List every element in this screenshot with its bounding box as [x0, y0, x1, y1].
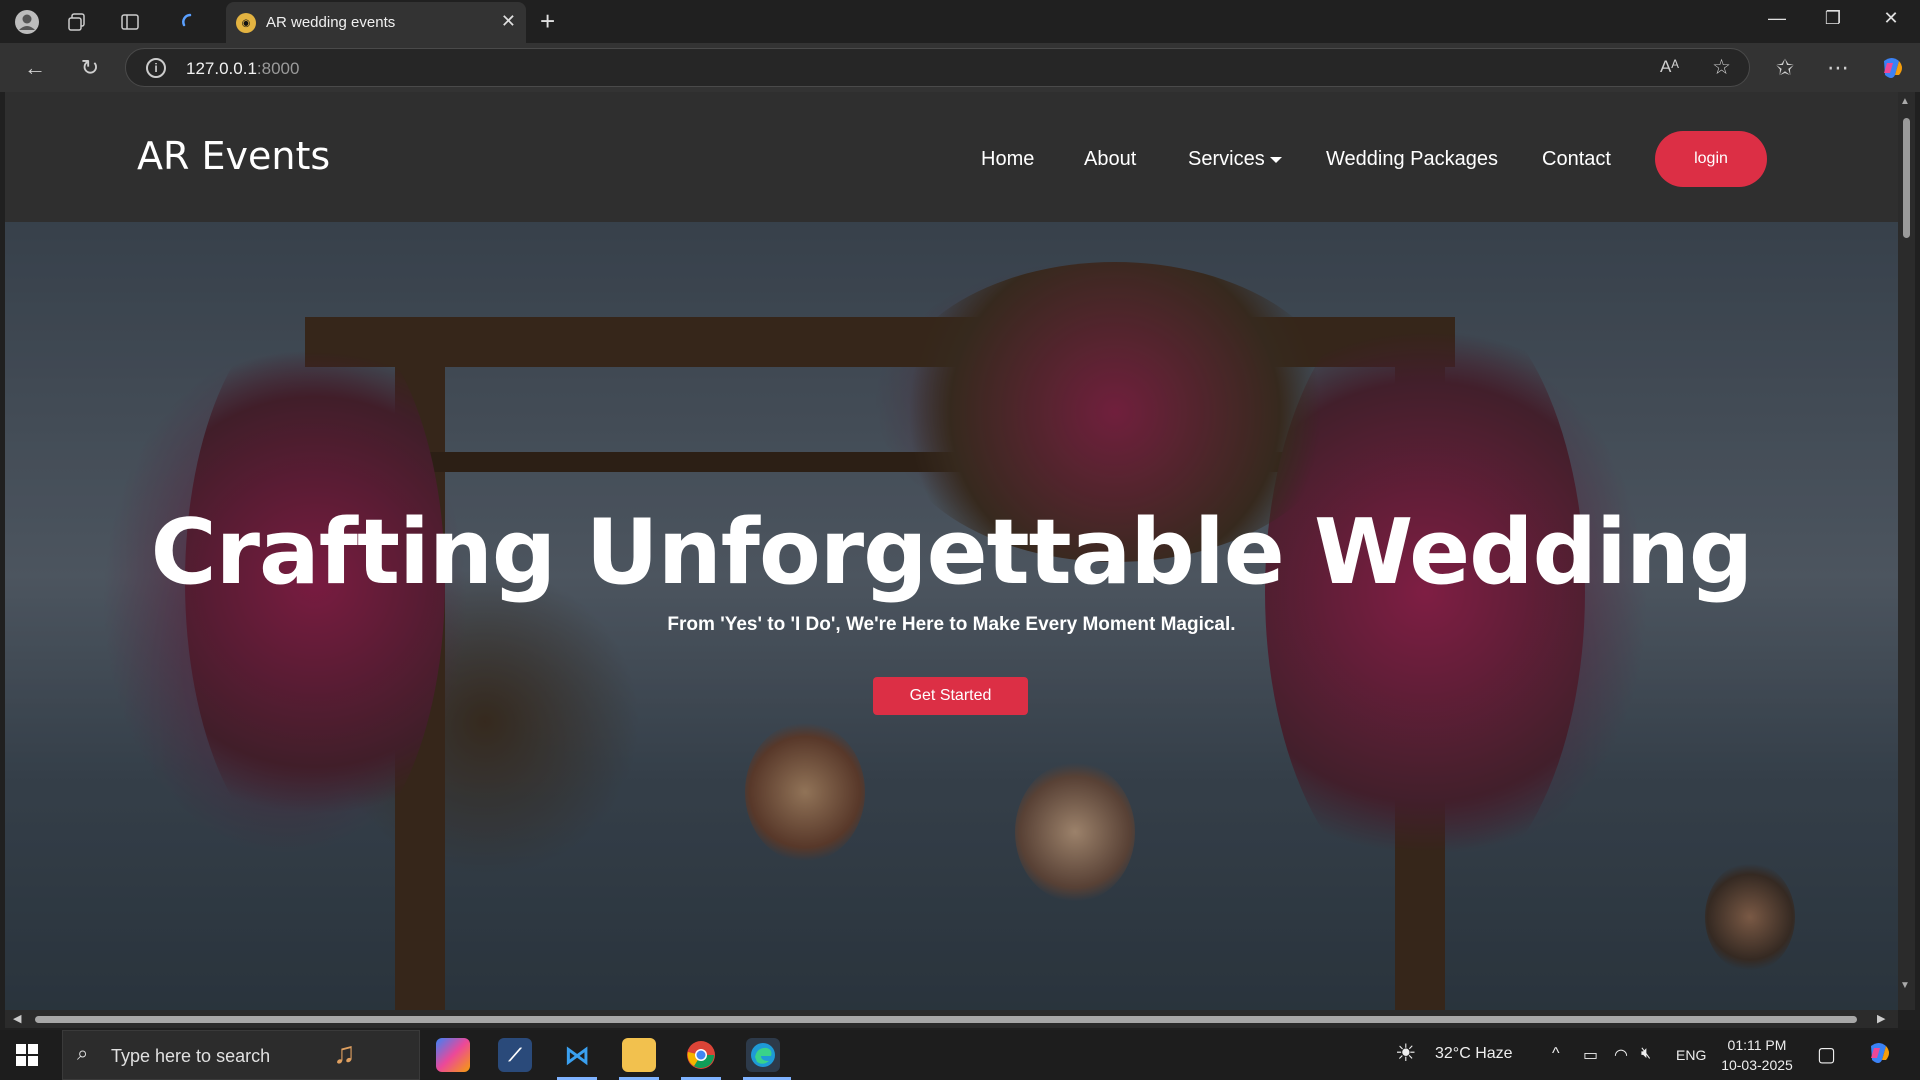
scroll-down-icon[interactable]: ▼: [1900, 980, 1910, 991]
search-placeholder: Type here to search: [111, 1046, 271, 1066]
back-icon[interactable]: ←: [20, 53, 50, 83]
weather-icon[interactable]: ☀: [1395, 1039, 1417, 1068]
url-text[interactable]: 127.0.0.1:8000: [186, 59, 299, 79]
nav-wedding-packages[interactable]: Wedding Packages: [1326, 148, 1498, 171]
scroll-up-icon[interactable]: ▲: [1900, 96, 1910, 107]
vscode-icon[interactable]: ⋈: [560, 1038, 594, 1072]
weather-text[interactable]: 32°C Haze: [1435, 1045, 1513, 1063]
horizontal-scroll-thumb[interactable]: [35, 1016, 1857, 1023]
nav-home[interactable]: Home: [981, 148, 1034, 171]
copilot-app-icon[interactable]: [436, 1038, 470, 1072]
minimize-icon[interactable]: —: [1762, 8, 1792, 29]
browser-tab-strip: ◉ AR wedding events ✕ + — ❐ ✕: [0, 0, 1920, 43]
edge-icon[interactable]: [746, 1038, 780, 1072]
clock-time: 01:11 PM: [1727, 1037, 1787, 1053]
taskbar-search-box[interactable]: ⌕ Type here to search ♫: [62, 1030, 420, 1080]
get-started-button[interactable]: Get Started: [873, 677, 1028, 715]
nav-about[interactable]: About: [1084, 148, 1136, 171]
reload-icon[interactable]: ↻: [75, 53, 105, 83]
horizontal-scrollbar[interactable]: ◀ ▶: [5, 1010, 1898, 1028]
notifications-icon[interactable]: ▢: [1817, 1042, 1836, 1067]
vertical-scroll-thumb[interactable]: [1903, 118, 1910, 238]
copilot-tray-icon[interactable]: [1866, 1040, 1892, 1071]
clock-date: 10-03-2025: [1721, 1057, 1793, 1073]
show-hidden-icons[interactable]: ^: [1552, 1045, 1560, 1063]
read-aloud-icon[interactable]: Aᴬ: [1660, 57, 1679, 77]
more-options-icon[interactable]: ⋯: [1823, 53, 1853, 83]
brand-logo[interactable]: AR Events: [137, 134, 330, 178]
new-tab-icon[interactable]: +: [540, 6, 555, 37]
site-info-icon[interactable]: i: [146, 58, 166, 78]
profile-icon[interactable]: [12, 7, 42, 37]
hero-section: Crafting Unforgettable Wedding From 'Yes…: [5, 222, 1898, 1010]
taskbar: ⌕ Type here to search ♫ ⟋ ⋈ ☀ 32°C Haze …: [0, 1030, 1920, 1080]
workspaces-icon[interactable]: [62, 7, 92, 37]
hero-subtitle: From 'Yes' to 'I Do', We're Here to Make…: [667, 614, 1236, 635]
hero-title: Crafting Unforgettable Wedding: [150, 500, 1754, 605]
windows-start-icon[interactable]: [16, 1044, 38, 1066]
dropdown-caret-icon: [1269, 156, 1282, 163]
favorite-star-icon[interactable]: ☆: [1712, 55, 1731, 80]
nav-contact[interactable]: Contact: [1542, 148, 1611, 171]
site-navbar: AR Events Home About Services Wedding Pa…: [5, 92, 1898, 222]
restore-icon[interactable]: ❐: [1818, 8, 1848, 29]
file-explorer-icon[interactable]: [622, 1038, 656, 1072]
chrome-icon[interactable]: [684, 1038, 718, 1072]
clock[interactable]: 01:11 PM 10-03-2025: [1712, 1035, 1802, 1075]
volume-muted-icon[interactable]: 🔇︎: [1641, 1045, 1651, 1063]
tab-title: AR wedding events: [266, 14, 396, 31]
site-favicon-icon: ◉: [236, 13, 256, 33]
loading-icon: [175, 7, 205, 37]
network-icon[interactable]: ◠: [1614, 1045, 1628, 1065]
copilot-icon[interactable]: [1877, 53, 1907, 83]
language-indicator[interactable]: ENG: [1676, 1047, 1706, 1063]
page-viewport: AR Events Home About Services Wedding Pa…: [5, 92, 1898, 1010]
address-bar-row: ← ↻ i 127.0.0.1:8000 Aᴬ ☆ ✩ ⋯: [0, 43, 1920, 92]
login-button[interactable]: login: [1655, 131, 1767, 187]
close-window-icon[interactable]: ✕: [1876, 8, 1906, 29]
tab-ar-wedding-events[interactable]: ◉ AR wedding events ✕: [226, 2, 526, 43]
nav-services-label: Services: [1188, 148, 1265, 170]
vertical-scrollbar[interactable]: ▲ ▼: [1898, 92, 1915, 1010]
search-icon: ⌕: [77, 1043, 89, 1065]
address-bar[interactable]: i 127.0.0.1:8000 Aᴬ ☆: [125, 48, 1750, 87]
vertical-tabs-icon[interactable]: [115, 7, 145, 37]
scroll-left-icon[interactable]: ◀: [13, 1012, 21, 1025]
close-tab-icon[interactable]: ✕: [501, 11, 516, 32]
nav-services[interactable]: Services: [1188, 148, 1282, 171]
scroll-right-icon[interactable]: ▶: [1877, 1012, 1885, 1025]
app-icon[interactable]: ⟋: [498, 1038, 532, 1072]
search-highlight-icon: ♫: [333, 1037, 356, 1070]
battery-icon[interactable]: ▭: [1583, 1045, 1598, 1065]
favorites-icon[interactable]: ✩: [1770, 53, 1800, 83]
